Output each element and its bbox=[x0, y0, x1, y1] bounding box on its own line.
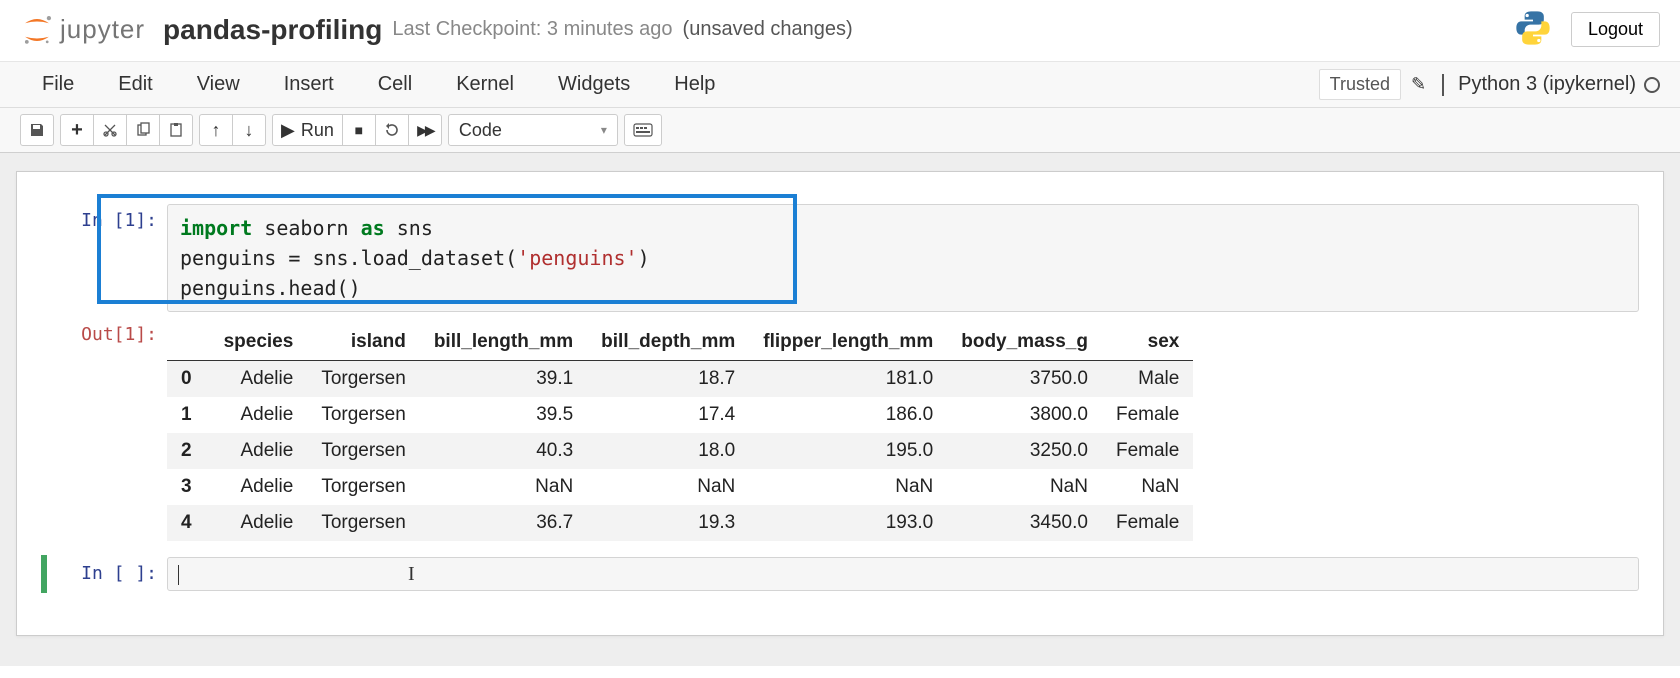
code-input[interactable]: I bbox=[167, 557, 1639, 591]
table-header: species bbox=[210, 324, 308, 361]
save-button[interactable] bbox=[20, 114, 54, 146]
python-icon bbox=[1513, 8, 1553, 51]
table-row: 4AdelieTorgersen36.719.3193.03450.0Femal… bbox=[167, 505, 1193, 541]
menu-edit[interactable]: Edit bbox=[96, 65, 174, 104]
kernel-name[interactable]: Python 3 (ipykernel) bbox=[1436, 73, 1660, 96]
code-cell-2[interactable]: In [ ]: I bbox=[41, 555, 1639, 593]
table-row: 3AdelieTorgersenNaNNaNNaNNaNNaN bbox=[167, 469, 1193, 505]
chevron-down-icon: ▾ bbox=[601, 123, 607, 137]
table-header: bill_depth_mm bbox=[587, 324, 749, 361]
table-header: flipper_length_mm bbox=[749, 324, 947, 361]
table-header: bill_length_mm bbox=[420, 324, 587, 361]
code-input[interactable]: import seaborn as sns penguins = sns.loa… bbox=[167, 204, 1639, 312]
copy-button[interactable] bbox=[126, 114, 160, 146]
out-prompt: Out[1]: bbox=[47, 318, 167, 345]
table-header: sex bbox=[1102, 324, 1193, 361]
notebook: In [1]: import seaborn as sns penguins =… bbox=[16, 171, 1664, 636]
table-header bbox=[167, 324, 210, 361]
logout-button[interactable]: Logout bbox=[1571, 12, 1660, 47]
jupyter-logo[interactable]: jupyter bbox=[20, 13, 145, 47]
play-icon: ▶ bbox=[281, 120, 295, 141]
notebook-header: jupyter pandas-profiling Last Checkpoint… bbox=[0, 0, 1680, 62]
menu-help[interactable]: Help bbox=[652, 65, 737, 104]
unsaved-text: (unsaved changes) bbox=[683, 18, 853, 41]
kernel-name-text: Python 3 (ipykernel) bbox=[1458, 73, 1636, 96]
table-header: island bbox=[307, 324, 420, 361]
interrupt-button[interactable]: ■ bbox=[342, 114, 376, 146]
in-prompt: In [ ]: bbox=[47, 557, 167, 584]
menu-cell[interactable]: Cell bbox=[356, 65, 434, 104]
table-header: body_mass_g bbox=[947, 324, 1102, 361]
cell-type-value: Code bbox=[459, 120, 502, 141]
menu-file[interactable]: File bbox=[20, 65, 96, 104]
toolbar: + ↑ ↓ ▶ Run ■ ▶▶ Code ▾ bbox=[0, 108, 1680, 153]
menubar: FileEditViewInsertCellKernelWidgetsHelp … bbox=[0, 62, 1680, 108]
command-palette-button[interactable] bbox=[624, 114, 662, 146]
kernel-indicator-icon bbox=[1644, 77, 1660, 93]
notebook-title[interactable]: pandas-profiling bbox=[163, 14, 382, 46]
cut-button[interactable] bbox=[93, 114, 127, 146]
jupyter-icon bbox=[20, 13, 54, 47]
text-caret bbox=[178, 565, 179, 585]
move-down-button[interactable]: ↓ bbox=[232, 114, 266, 146]
text-cursor-icon: I bbox=[408, 563, 415, 586]
run-label: Run bbox=[301, 120, 334, 141]
run-button[interactable]: ▶ Run bbox=[272, 114, 343, 146]
in-prompt: In [1]: bbox=[47, 204, 167, 231]
menu-widgets[interactable]: Widgets bbox=[536, 65, 652, 104]
restart-run-all-button[interactable]: ▶▶ bbox=[408, 114, 442, 146]
jupyter-logo-text: jupyter bbox=[60, 14, 145, 45]
checkpoint-text: Last Checkpoint: 3 minutes ago bbox=[392, 18, 672, 41]
trusted-badge[interactable]: Trusted bbox=[1319, 69, 1401, 100]
edit-icon[interactable]: ✎ bbox=[1411, 74, 1426, 95]
menu-insert[interactable]: Insert bbox=[262, 65, 356, 104]
table-row: 0AdelieTorgersen39.118.7181.03750.0Male bbox=[167, 361, 1193, 398]
dataframe-table: speciesislandbill_length_mmbill_depth_mm… bbox=[167, 324, 1193, 541]
menu-kernel[interactable]: Kernel bbox=[434, 65, 536, 104]
table-row: 2AdelieTorgersen40.318.0195.03250.0Femal… bbox=[167, 433, 1193, 469]
cell-type-select[interactable]: Code ▾ bbox=[448, 114, 618, 146]
paste-button[interactable] bbox=[159, 114, 193, 146]
code-cell-1[interactable]: In [1]: import seaborn as sns penguins =… bbox=[41, 202, 1639, 543]
restart-button[interactable] bbox=[375, 114, 409, 146]
table-row: 1AdelieTorgersen39.517.4186.03800.0Femal… bbox=[167, 397, 1193, 433]
notebook-container: In [1]: import seaborn as sns penguins =… bbox=[0, 153, 1680, 666]
output-area: speciesislandbill_length_mmbill_depth_mm… bbox=[167, 318, 1639, 541]
insert-below-button[interactable]: + bbox=[60, 114, 94, 146]
menu-view[interactable]: View bbox=[175, 65, 262, 104]
move-up-button[interactable]: ↑ bbox=[199, 114, 233, 146]
